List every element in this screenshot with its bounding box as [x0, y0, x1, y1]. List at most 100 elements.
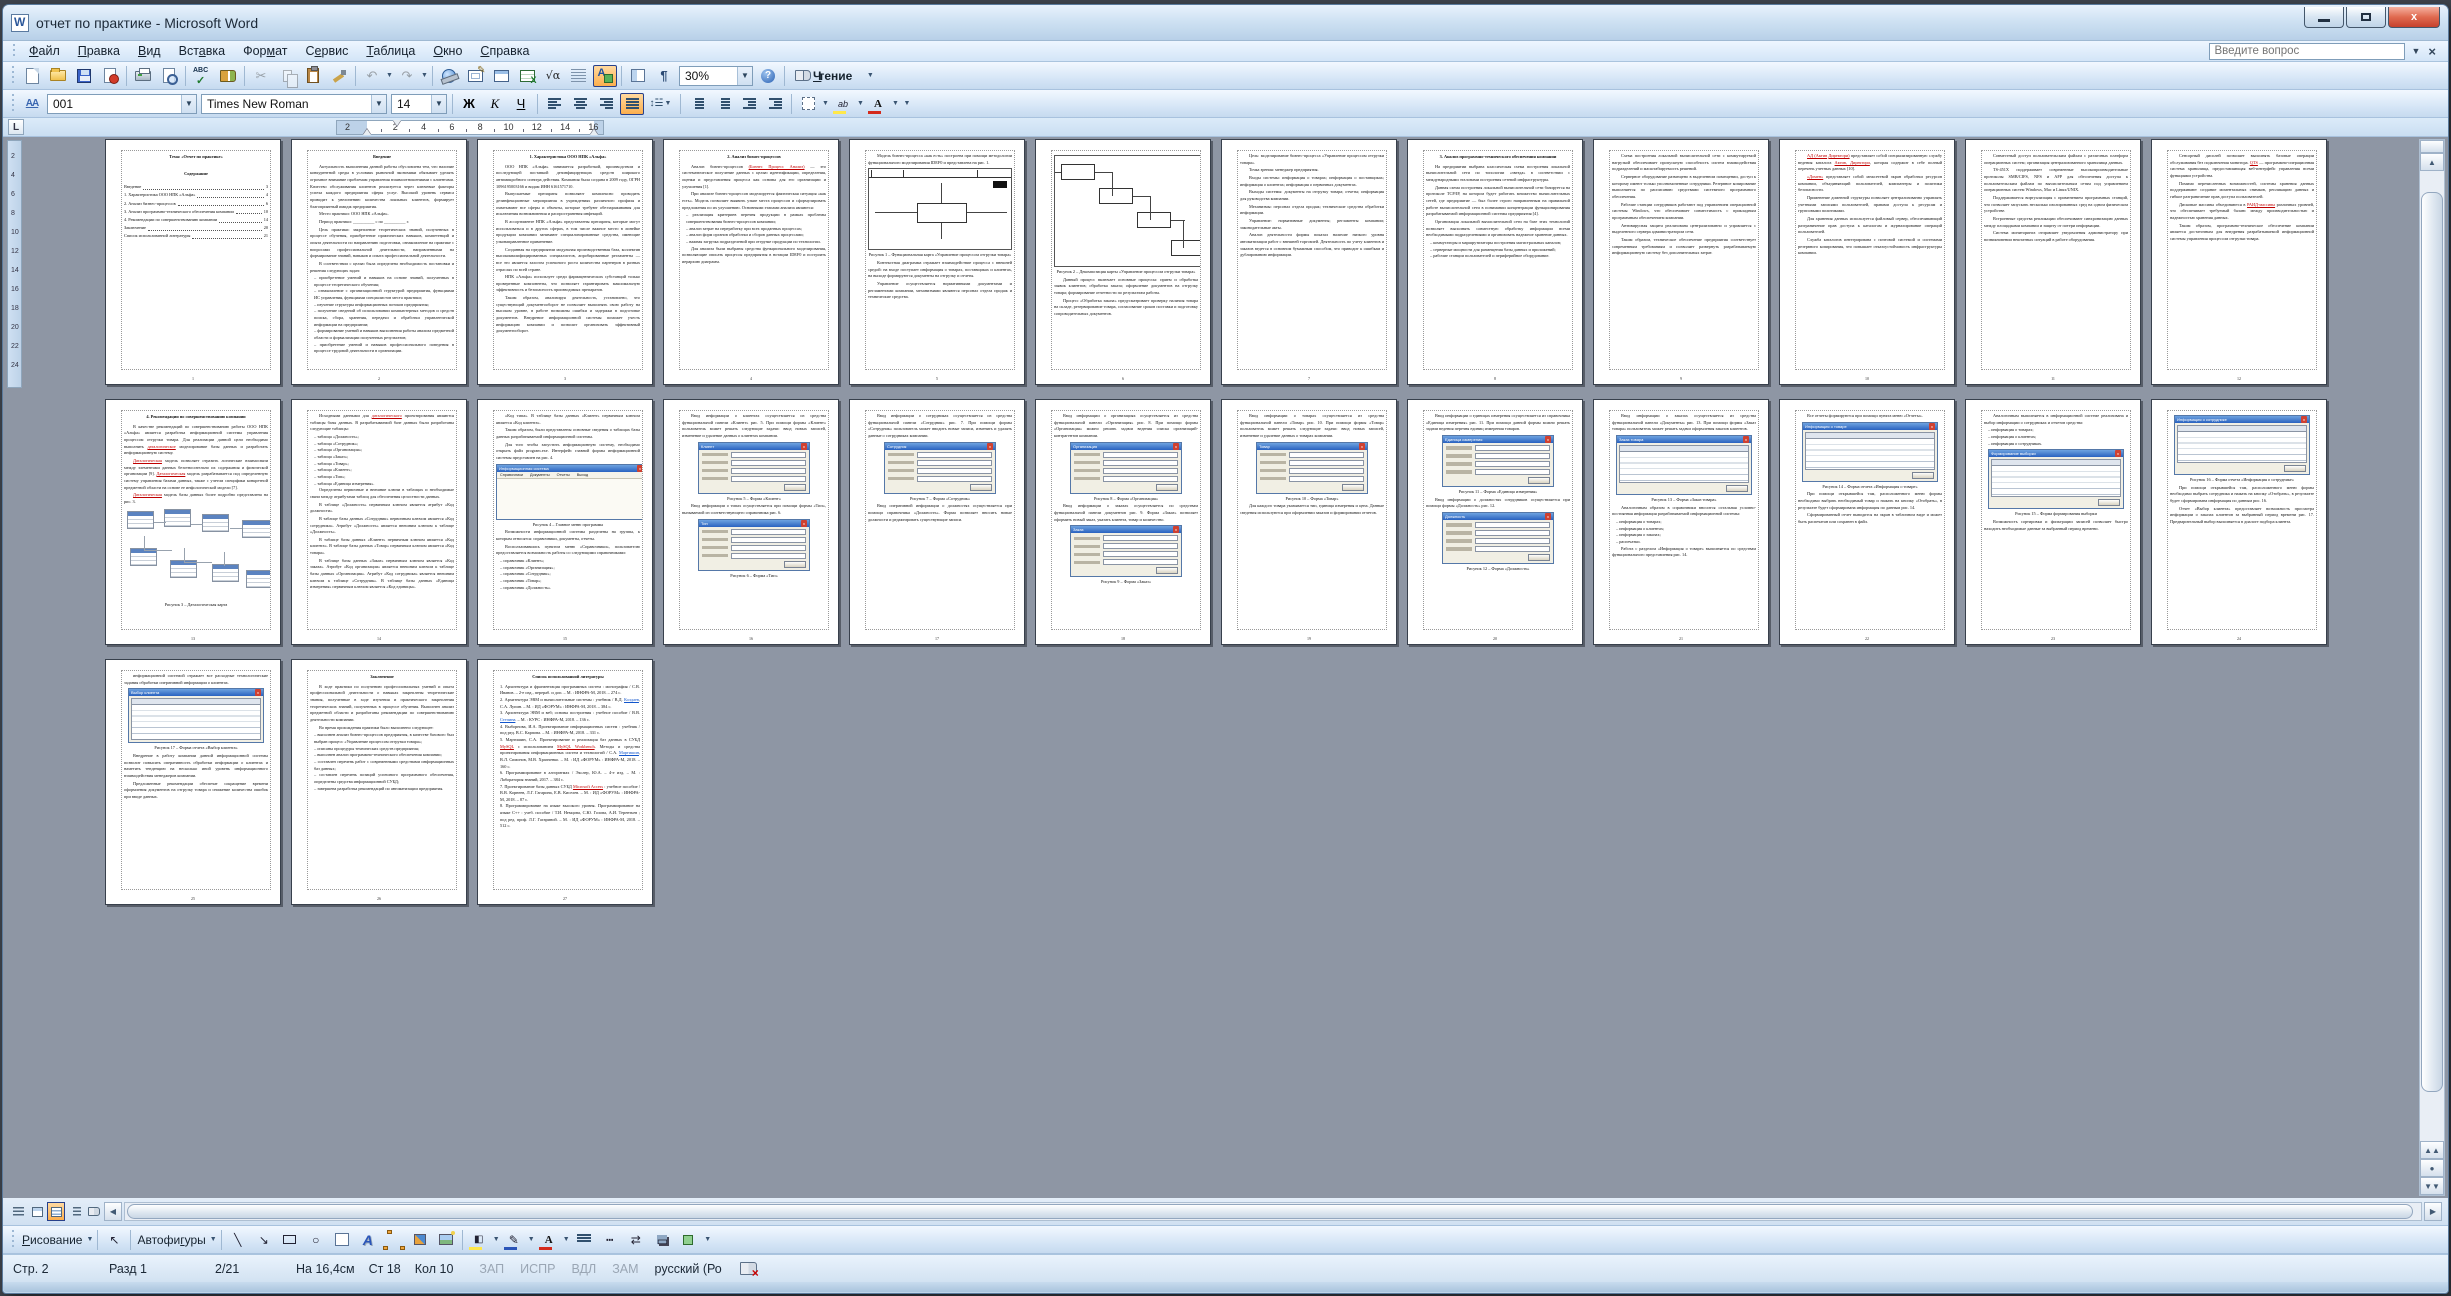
format-painter-icon[interactable] [327, 65, 351, 87]
toolbar-options-icon[interactable]: ▼ [701, 1229, 715, 1251]
print-preview-icon[interactable] [157, 65, 181, 87]
borders-dropdown-icon[interactable]: ▼ [821, 93, 830, 115]
text-box-icon[interactable] [330, 1229, 354, 1251]
page-thumbnail[interactable]: АД (Актив Директори) представляет собой … [1779, 139, 1955, 385]
page-thumbnail[interactable]: Аналогичным выполняется в информационной… [1965, 399, 2141, 645]
help-icon[interactable]: ? [756, 65, 780, 87]
clip-art-icon[interactable] [408, 1229, 432, 1251]
vertical-scroll-thumb[interactable] [2421, 192, 2443, 1092]
print-layout-view-icon[interactable] [47, 1202, 65, 1221]
toolbar-grip[interactable] [10, 66, 15, 85]
page-thumbnail[interactable]: 1. Характеристика ООО НПК «Альфа»ООО НПК… [477, 139, 653, 385]
menu-сервис[interactable]: Сервис [297, 42, 358, 60]
cut-icon[interactable]: ✂ [249, 65, 273, 87]
previous-page-icon[interactable]: ▲▲ [2420, 1141, 2444, 1159]
zoom-combobox[interactable]: 30%▼ [679, 66, 753, 86]
copy-icon[interactable] [275, 65, 299, 87]
page-thumbnail[interactable]: Модель бизнес-процесса «как есть» постро… [849, 139, 1025, 385]
right-indent-marker[interactable] [590, 129, 598, 135]
vertical-scrollbar[interactable]: ▲ ▲▲ ● ▼▼ [2419, 139, 2445, 1196]
page-thumbnail[interactable]: 4. Рекомендации по совершенствованию ком… [105, 399, 281, 645]
3d-style-icon[interactable] [676, 1229, 700, 1251]
document-close-icon[interactable]: × [2426, 44, 2444, 59]
dash-style-icon[interactable]: ┅ [598, 1229, 622, 1251]
status-mode-вдл[interactable]: ВДЛ [571, 1262, 596, 1276]
font-color-dropdown-icon[interactable]: ▼ [891, 93, 900, 115]
status-mode-зам[interactable]: ЗАМ [612, 1262, 638, 1276]
decrease-indent-icon[interactable] [737, 93, 761, 115]
font-color-dropdown-icon[interactable]: ▼ [562, 1229, 571, 1251]
menu-формат[interactable]: Формат [234, 42, 296, 60]
line-spacing-icon[interactable]: ↕☱▼ [646, 93, 676, 115]
bulleted-list-icon[interactable] [711, 93, 735, 115]
page-thumbnail[interactable]: Ввод информации о товарах осуществляется… [1221, 399, 1397, 645]
align-center-icon[interactable] [568, 93, 592, 115]
menu-файл[interactable]: Файл [20, 42, 69, 60]
page-thumbnail[interactable]: Тема: «Отчет по практике»СодержаниеВведе… [105, 139, 281, 385]
line-color-dropdown-icon[interactable]: ▼ [527, 1229, 536, 1251]
toolbar-grip[interactable] [11, 44, 16, 58]
font-combobox[interactable]: Times New Roman▼ [201, 94, 387, 114]
print-icon[interactable] [131, 65, 155, 87]
page-thumbnail[interactable]: Ввод информации о организациях осуществл… [1035, 399, 1211, 645]
toolbar-grip[interactable] [10, 1230, 15, 1249]
spelling-status-icon[interactable] [740, 1262, 757, 1275]
scroll-up-icon[interactable]: ▲ [2420, 153, 2444, 171]
minimize-button[interactable] [2304, 7, 2344, 28]
undo-icon-dropdown[interactable]: ▼ [385, 65, 394, 87]
line-style-icon[interactable] [572, 1229, 596, 1251]
status-language[interactable]: русский (Ро [655, 1262, 722, 1276]
next-page-icon[interactable]: ▼▼ [2420, 1177, 2444, 1195]
undo-icon[interactable]: ↶ [360, 65, 384, 87]
toolbar-options-icon[interactable]: ▼ [863, 65, 877, 87]
line-tool-icon[interactable]: ╲ [226, 1229, 250, 1251]
scroll-right-icon[interactable]: ▶ [2424, 1202, 2442, 1221]
styles-and-formatting-icon[interactable]: АА [20, 93, 44, 115]
menu-вид[interactable]: Вид [129, 42, 170, 60]
reading-mode-button[interactable]: Ч тение [789, 65, 862, 87]
arrow-tool-icon[interactable]: ↘ [252, 1229, 276, 1251]
underline-button[interactable]: Ч [509, 93, 533, 115]
menu-окно[interactable]: Окно [424, 42, 471, 60]
question-dropdown-icon[interactable]: ▼ [2405, 46, 2426, 56]
status-mode-испр[interactable]: ИСПР [520, 1262, 555, 1276]
page-thumbnail[interactable]: ВведениеАктуальность выполнения данной р… [291, 139, 467, 385]
redo-icon[interactable]: ↷ [395, 65, 419, 87]
oval-tool-icon[interactable]: ○ [304, 1229, 328, 1251]
toolbar-options-icon[interactable]: ▼ [900, 93, 914, 115]
draw-menu-button[interactable]: Рисование [22, 1233, 82, 1247]
autoshapes-menu-button[interactable]: Автофигуры [137, 1233, 205, 1247]
split-handle[interactable] [2420, 140, 2444, 153]
new-document-icon[interactable] [20, 65, 44, 87]
paste-icon[interactable] [301, 65, 325, 87]
page-thumbnail[interactable]: Ввод информации о единицах измерения осу… [1407, 399, 1583, 645]
spelling-icon[interactable] [190, 65, 214, 87]
page-thumbnail[interactable]: Сенсорный дисплей позволяет выполнять ба… [2151, 139, 2327, 385]
bold-button[interactable]: Ж [457, 93, 481, 115]
font-color-icon[interactable]: А [866, 93, 890, 115]
close-button[interactable]: x [2388, 7, 2440, 28]
horizontal-scrollbar[interactable] [124, 1202, 2422, 1221]
columns-icon[interactable] [567, 65, 591, 87]
toolbar-grip[interactable] [10, 94, 15, 113]
menu-таблица[interactable]: Таблица [357, 42, 424, 60]
style-combobox[interactable]: 001▼ [47, 94, 197, 114]
menu-справка[interactable]: Справка [471, 42, 538, 60]
page-thumbnail[interactable]: Цель: моделирование бизнес-процесса «Упр… [1221, 139, 1397, 385]
page-thumbnail[interactable]: Информация о сотрудникеxРисунок 16 – Фор… [2151, 399, 2327, 645]
page-thumbnail[interactable]: «Код типа». В таблице базы данных «Клиен… [477, 399, 653, 645]
insert-excel-icon[interactable] [515, 65, 539, 87]
insert-hyperlink-icon[interactable] [437, 65, 461, 87]
hanging-indent-marker[interactable] [363, 129, 371, 135]
arrow-style-icon[interactable]: ⇄ [624, 1229, 648, 1251]
borders-icon[interactable] [796, 93, 820, 115]
fill-color-icon[interactable]: ◧ [467, 1229, 491, 1251]
shadow-style-icon[interactable]: ▭ [650, 1229, 674, 1251]
vertical-ruler[interactable]: 24681012141618202224 [7, 140, 22, 388]
restore-button[interactable] [2346, 7, 2386, 28]
web-layout-view-icon[interactable] [28, 1202, 46, 1221]
italic-button[interactable]: К [483, 93, 507, 115]
highlight-icon[interactable]: ab [831, 93, 855, 115]
wordart-icon[interactable]: А [356, 1229, 380, 1251]
research-icon[interactable] [216, 65, 240, 87]
